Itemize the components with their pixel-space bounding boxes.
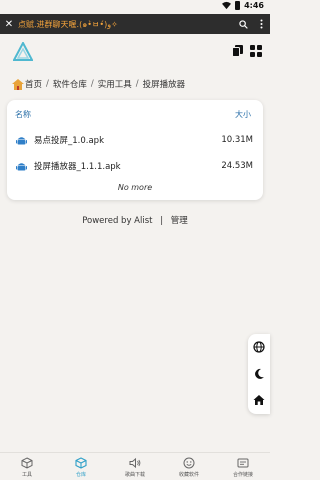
- file-name: 易点投屏_1.0.apk: [34, 136, 104, 146]
- favorite-software-icon: [183, 457, 195, 469]
- nav-item-music-download[interactable]: 歌曲下载: [108, 453, 162, 480]
- column-header-name[interactable]: 名称: [15, 109, 31, 120]
- music-download-icon: [129, 457, 141, 469]
- nav-item-favorites[interactable]: 收藏软件: [162, 453, 216, 480]
- android-icon: [16, 136, 27, 144]
- footer: Powered by Alist | 管理: [0, 214, 270, 226]
- powered-by-link[interactable]: Powered by Alist: [82, 216, 152, 226]
- search-icon: [238, 19, 248, 29]
- grid-view-icon[interactable]: [250, 45, 262, 57]
- breadcrumb-home[interactable]: 首页: [25, 78, 42, 90]
- alist-logo-icon[interactable]: [13, 42, 33, 62]
- nav-label: 合作链接: [232, 472, 253, 478]
- copy-icon[interactable]: [232, 45, 244, 57]
- breadcrumb-separator: /: [135, 79, 139, 89]
- android-icon: [16, 162, 27, 170]
- breadcrumb: 首页 / 软件仓库 / 实用工具 / 投屏播放器: [12, 78, 185, 90]
- battery-icon: [235, 1, 241, 10]
- nav-label: 仓库: [75, 472, 86, 478]
- home-button-icon[interactable]: [253, 394, 265, 406]
- bottom-navigation: 工具 仓库 歌曲下载 收藏软件 合作链接: [0, 452, 270, 480]
- file-size: 24.53M: [221, 161, 253, 171]
- nav-label: 歌曲下载: [124, 472, 145, 478]
- more-vertical-icon: [260, 19, 262, 29]
- top-bar-title: 点赋.进群聊天喔.(๑•̀ㅂ•́)و✧: [18, 19, 118, 29]
- breadcrumb-separator: /: [90, 79, 94, 89]
- search-button[interactable]: [234, 14, 252, 34]
- file-size: 10.31M: [221, 135, 253, 145]
- header: [0, 34, 270, 74]
- top-bar: ✕ 点赋.进群聊天喔.(๑•̀ㅂ•́)و✧: [0, 14, 270, 34]
- floating-toolbar: [248, 334, 270, 414]
- dark-mode-moon-icon[interactable]: [253, 368, 265, 380]
- more-options-button[interactable]: [252, 14, 270, 34]
- admin-link[interactable]: 管理: [171, 216, 188, 226]
- nav-label: 工具: [21, 472, 32, 478]
- breadcrumb-current[interactable]: 投屏播放器: [143, 78, 186, 90]
- file-list: 名称 大小 易点投屏_1.0.apk 10.31M 投屏播放器_1.1.1.ap…: [7, 100, 263, 200]
- nav-item-cooperation[interactable]: 合作链接: [216, 453, 270, 480]
- nav-label: 收藏软件: [178, 472, 199, 478]
- nav-item-tools[interactable]: 工具: [0, 453, 54, 480]
- footer-separator: |: [160, 216, 164, 226]
- status-bar: 4:46: [0, 0, 270, 14]
- file-row[interactable]: 易点投屏_1.0.apk 10.31M: [7, 130, 263, 150]
- breadcrumb-utilities[interactable]: 实用工具: [98, 78, 132, 90]
- file-name: 投屏播放器_1.1.1.apk: [34, 162, 121, 172]
- repository-icon: [75, 457, 87, 469]
- breadcrumb-separator: /: [46, 79, 49, 89]
- breadcrumb-software-repo[interactable]: 软件仓库: [53, 78, 87, 90]
- nav-item-repository[interactable]: 仓库: [54, 453, 108, 480]
- cooperation-link-icon: [237, 458, 249, 468]
- column-header-size[interactable]: 大小: [235, 109, 251, 120]
- file-row[interactable]: 投屏播放器_1.1.1.apk 24.53M: [7, 156, 263, 176]
- no-more-label: No more: [117, 183, 153, 192]
- wifi-icon: [222, 1, 232, 10]
- home-icon: [12, 78, 24, 90]
- tool-icon: [21, 457, 33, 469]
- close-button[interactable]: ✕: [2, 19, 16, 30]
- status-time: 4:46: [244, 1, 264, 10]
- language-globe-icon[interactable]: [253, 341, 265, 353]
